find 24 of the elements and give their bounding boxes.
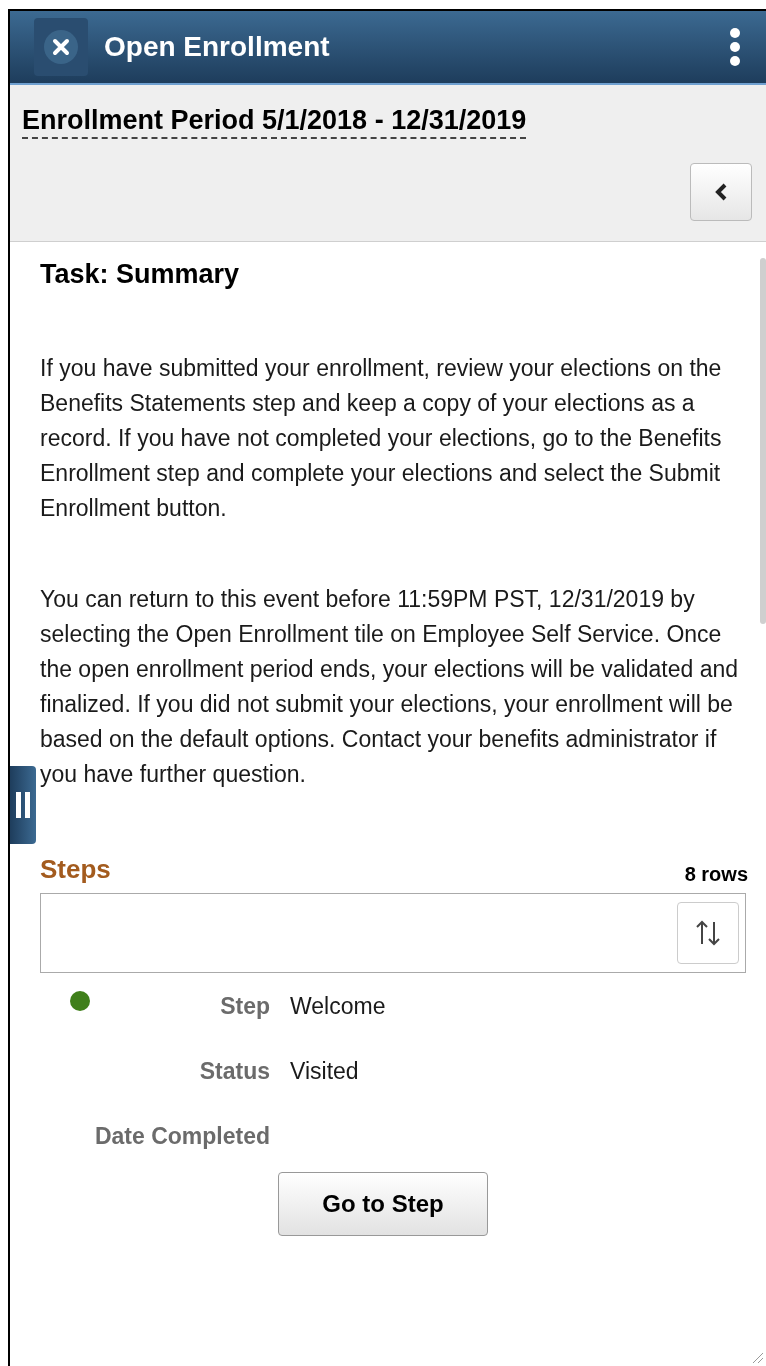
close-button[interactable] [34, 18, 88, 76]
sort-button[interactable] [677, 901, 739, 964]
section-title: Steps [40, 852, 111, 886]
field-label: Step [219, 991, 270, 1021]
pause-icon [15, 792, 31, 818]
row-count: 8 rows [684, 861, 748, 887]
close-icon [44, 30, 78, 64]
task-paragraph: You can return to this event before 11:59PM PST, 12/31/2019 by selecting the Open Enrollment tile on Employee Self Service. Once the open enrollment period ends, your elections will be validated and finalized. If you did not submit your elections, your enrollment will be based on the default options. Contact your benefits administrator if you have further question. [40, 584, 740, 789]
sort-icon [694, 918, 722, 947]
period-title[interactable]: Enrollment Period 5/1/2018 - 12/31/2019 [22, 103, 527, 139]
page-title: Open Enrollment [104, 30, 330, 64]
field-label: Status [198, 1056, 270, 1086]
go-to-step-button[interactable]: Go to Step [278, 1171, 488, 1236]
pause-button[interactable] [10, 766, 36, 844]
field-value: Visited [290, 1056, 359, 1086]
field-label: Date Completed [93, 1121, 270, 1151]
scrollbar-thumb[interactable] [760, 258, 766, 624]
field-value: Welcome [290, 991, 386, 1021]
chevron-left-icon [714, 182, 728, 202]
task-paragraph: If you have submitted your enrollment, review your elections on the Benefits Statements step and keep a copy of your elections as a record. If you have not completed your elections, go to the Benefits Enrollment step and complete your elections and select the Submit Enrollment button. [40, 353, 723, 523]
task-title: Task: Summary [40, 258, 241, 291]
more-icon[interactable] [730, 27, 740, 67]
resize-grip-icon[interactable] [750, 1350, 764, 1364]
collapse-button[interactable] [690, 163, 752, 221]
